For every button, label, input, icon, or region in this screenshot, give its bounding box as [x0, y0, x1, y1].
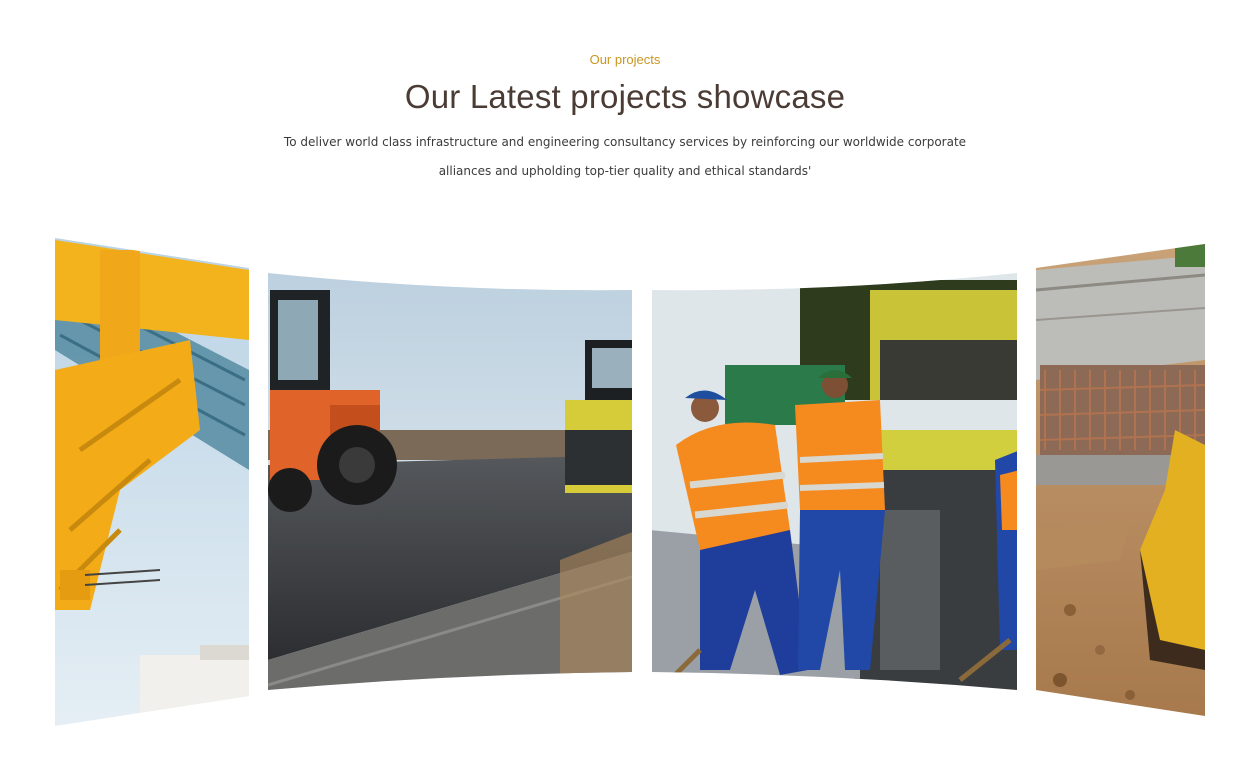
section-description: To deliver world class infrastructure an… [283, 135, 967, 178]
carousel-svg [55, 230, 1210, 740]
project-slide-crane[interactable] [55, 230, 255, 740]
project-slide-excavation[interactable] [1030, 240, 1210, 730]
section-eyebrow: Our projects [589, 52, 661, 67]
projects-carousel[interactable] [0, 230, 1250, 740]
projects-section: Our projects Our Latest projects showcas… [0, 0, 1250, 759]
project-slide-paving-workers[interactable] [650, 270, 1020, 700]
project-slide-road-roller[interactable] [268, 270, 640, 700]
section-title: Our Latest projects showcase [404, 78, 846, 115]
